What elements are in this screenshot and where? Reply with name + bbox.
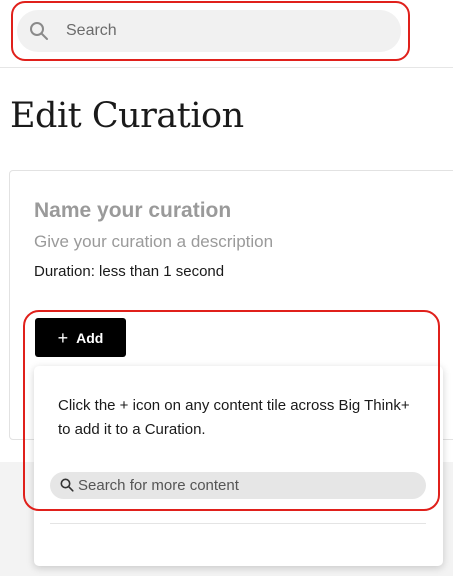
panel-divider [50,523,426,524]
curation-name-field[interactable]: Name your curation [34,199,231,223]
global-search-box[interactable] [17,10,401,52]
add-content-panel: Click the + icon on any content tile acr… [34,366,443,566]
add-button[interactable]: + Add [35,318,126,357]
search-icon [60,478,74,492]
add-button-label: Add [76,329,104,346]
page-title: Edit Curation [10,96,244,136]
content-search-box[interactable] [50,472,426,499]
add-help-text: Click the + icon on any content tile acr… [58,397,410,438]
curation-description-field[interactable]: Give your curation a description [34,232,273,252]
top-bar [0,0,453,68]
search-icon [30,22,48,40]
content-search-input[interactable] [78,472,418,499]
global-search-input[interactable] [66,10,386,52]
curation-duration: Duration: less than 1 second [34,263,225,280]
plus-icon: + [57,327,69,348]
